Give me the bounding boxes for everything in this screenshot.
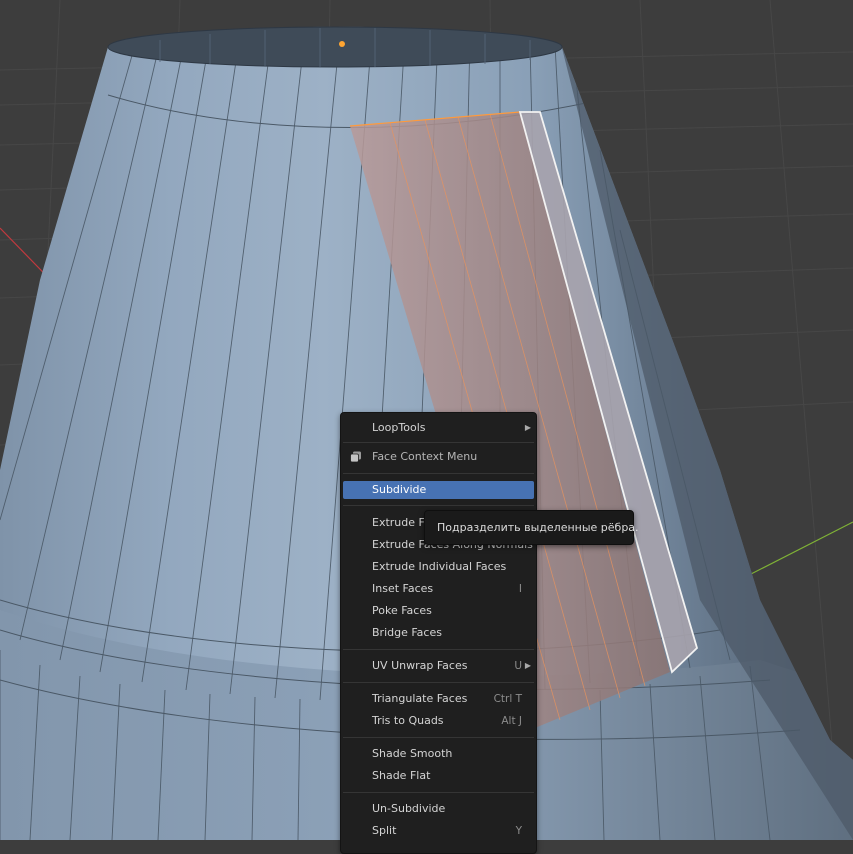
menu-item-split[interactable]: Split Y xyxy=(343,822,534,840)
menu-item-shortcut: U xyxy=(514,660,522,672)
menu-item-label: Inset Faces xyxy=(372,582,434,595)
face-context-menu: LoopTools ▶ Face Context Menu Subdivide … xyxy=(340,412,537,854)
menu-item-label: Subdivide xyxy=(372,483,427,496)
menu-item-triangulate-faces[interactable]: Triangulate Faces Ctrl T xyxy=(343,690,534,708)
menu-separator xyxy=(343,682,534,683)
menu-item-tris-to-quads[interactable]: Tris to Quads Alt J xyxy=(343,712,534,730)
menu-separator xyxy=(343,792,534,793)
menu-title-label: Face Context Menu xyxy=(372,450,478,463)
menu-item-label: Un-Subdivide xyxy=(372,802,446,815)
menu-item-label: Extrude Individual Faces xyxy=(372,560,507,573)
menu-item-label: Shade Smooth xyxy=(372,747,453,760)
menu-item-label: Split xyxy=(372,824,397,837)
menu-item-looptools[interactable]: LoopTools ▶ xyxy=(343,419,534,437)
menu-item-label: Poke Faces xyxy=(372,604,432,617)
menu-item-label: LoopTools xyxy=(372,421,426,434)
menu-item-uv-unwrap-faces[interactable]: UV Unwrap Faces U ▶ xyxy=(343,657,534,675)
submenu-arrow-icon: ▶ xyxy=(524,661,531,670)
menu-item-label: Triangulate Faces xyxy=(372,692,468,705)
menu-separator xyxy=(343,737,534,738)
menu-item-shade-flat[interactable]: Shade Flat xyxy=(343,767,534,785)
menu-item-shortcut: Ctrl T xyxy=(493,693,522,705)
menu-item-shade-smooth[interactable]: Shade Smooth xyxy=(343,745,534,763)
menu-separator xyxy=(343,649,534,650)
face-context-menu-icon xyxy=(350,451,361,463)
menu-separator xyxy=(343,505,534,506)
menu-item-un-subdivide[interactable]: Un-Subdivide xyxy=(343,800,534,818)
menu-separator xyxy=(343,442,534,443)
menu-title-face-context-menu: Face Context Menu xyxy=(343,448,534,466)
menu-separator xyxy=(343,473,534,474)
menu-item-label: Tris to Quads xyxy=(372,714,444,727)
menu-item-shortcut: I xyxy=(518,583,522,595)
tooltip-text: Подразделить выделенные рёбра. xyxy=(437,521,639,534)
menu-item-bridge-faces[interactable]: Bridge Faces xyxy=(343,624,534,642)
cone-top-opening xyxy=(107,26,563,68)
menu-item-label: Bridge Faces xyxy=(372,626,442,639)
menu-item-label: Shade Flat xyxy=(372,769,431,782)
menu-item-inset-faces[interactable]: Inset Faces I xyxy=(343,580,534,598)
menu-item-extrude-individual-faces[interactable]: Extrude Individual Faces xyxy=(343,558,534,576)
menu-item-poke-faces[interactable]: Poke Faces xyxy=(343,602,534,620)
menu-item-subdivide[interactable]: Subdivide xyxy=(343,481,534,499)
menu-item-label: UV Unwrap Faces xyxy=(372,659,468,672)
menu-item-shortcut: Alt J xyxy=(501,715,522,727)
menu-item-shortcut: Y xyxy=(515,825,522,837)
origin-dot xyxy=(339,41,345,47)
subdivide-tooltip: Подразделить выделенные рёбра. xyxy=(424,510,639,545)
submenu-arrow-icon: ▶ xyxy=(524,423,531,432)
